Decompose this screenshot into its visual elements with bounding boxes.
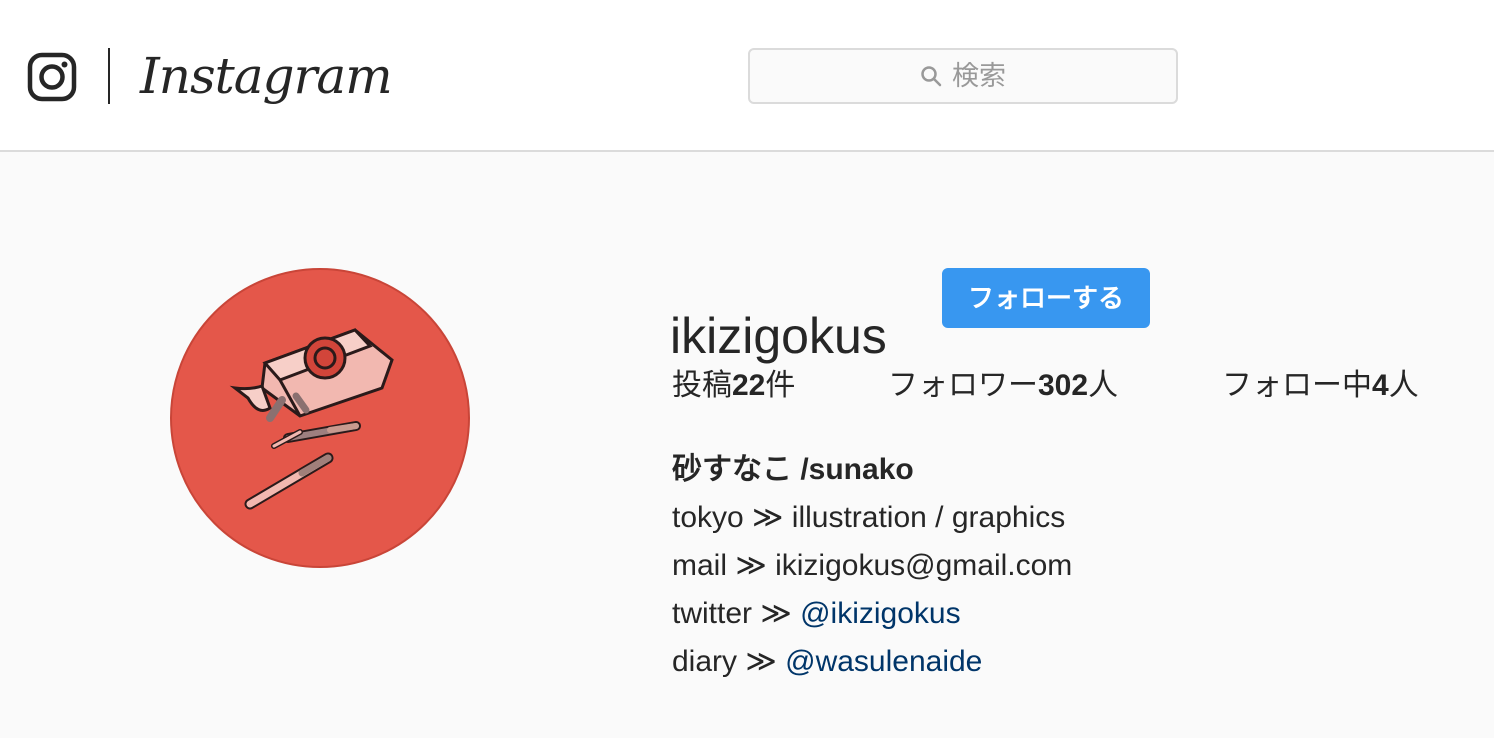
instagram-wordmark-logo[interactable]: Instagram [140, 38, 393, 114]
instagram-camera-icon[interactable] [27, 52, 77, 102]
search-icon [921, 66, 942, 87]
top-navigation-bar: Instagram 検索 [0, 0, 1494, 152]
search-input[interactable]: 検索 [748, 48, 1178, 104]
bio-line-mail: mail ≫ ikizigokus@gmail.com [672, 549, 1073, 582]
followers-label: フォロワー [888, 369, 1038, 402]
profile-avatar[interactable] [170, 268, 470, 568]
posts-label: 投稿 [672, 369, 732, 402]
bio-twitter-label: twitter ≫ [672, 597, 801, 630]
follow-button[interactable]: フォローする [942, 268, 1150, 328]
bio-line-diary: diary ≫ @wasulenaide [672, 638, 1472, 686]
profile-username: ikizigokus [670, 307, 887, 364]
posts-number: 22 [732, 369, 766, 402]
following-label: フォロー中 [1222, 369, 1372, 402]
posts-count: 投稿22件 [672, 364, 795, 408]
following-link[interactable]: フォロー中4人 [1222, 364, 1419, 408]
search-placeholder: 検索 [952, 61, 1006, 91]
bio-line-location: tokyo ≫ illustration / graphics [672, 501, 1066, 534]
followers-number: 302 [1038, 369, 1089, 402]
diary-mention-link[interactable]: @wasulenaide [785, 645, 982, 678]
bio-full-name: 砂すなこ /sunako [672, 453, 914, 486]
following-unit: 人 [1388, 369, 1419, 402]
twitter-mention-link[interactable]: @ikizigokus [800, 597, 961, 630]
profile-bio: 砂すなこ /sunako tokyo ≫ illustration / grap… [672, 446, 1472, 686]
header-divider [108, 48, 110, 104]
bio-line-twitter: twitter ≫ @ikizigokus [672, 590, 1472, 638]
bio-diary-label: diary ≫ [672, 645, 786, 678]
posts-unit: 件 [765, 369, 796, 402]
followers-unit: 人 [1088, 369, 1119, 402]
followers-link[interactable]: フォロワー302人 [888, 364, 1118, 408]
following-number: 4 [1372, 369, 1389, 402]
